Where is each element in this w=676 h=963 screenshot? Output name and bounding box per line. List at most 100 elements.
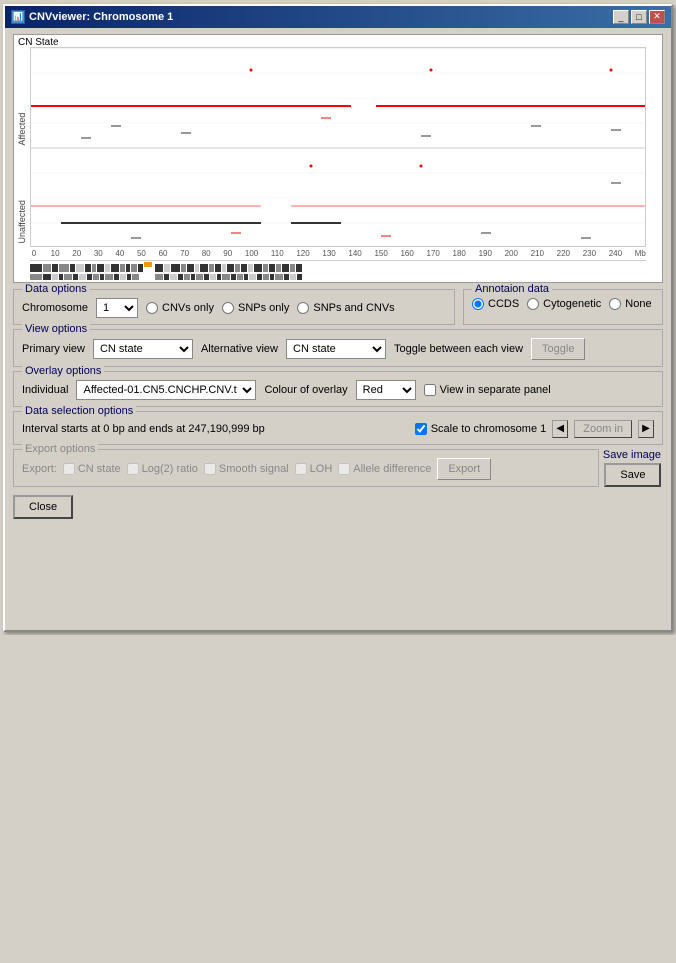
x-label-180: 180 — [453, 249, 466, 258]
view-options-label: View options — [22, 323, 90, 335]
primary-view-select[interactable]: CN state Log(2) ratio Smooth signal LOH … — [93, 339, 193, 359]
ccds-radio-group: CCDS — [472, 298, 519, 310]
scale-checkbox[interactable] — [415, 423, 427, 435]
cn-state-export-label: CN state — [78, 463, 121, 475]
alternative-view-label: Alternative view — [201, 343, 278, 355]
toggle-between-label: Toggle between each view — [394, 343, 523, 355]
x-label-90: 90 — [223, 249, 232, 258]
window-title: CNVviewer: Chromosome 1 — [29, 11, 173, 23]
cnvs-only-label: CNVs only — [162, 302, 214, 314]
cn-state-export-checkbox[interactable] — [63, 463, 75, 475]
x-label-230: 230 — [583, 249, 596, 258]
export-button[interactable]: Export — [437, 458, 491, 480]
smooth-export-checkbox[interactable] — [204, 463, 216, 475]
x-label-110: 110 — [271, 249, 284, 258]
x-label-160: 160 — [400, 249, 413, 258]
allele-export-item: Allele difference — [338, 463, 431, 475]
x-label-170: 170 — [427, 249, 440, 258]
x-label-210: 210 — [531, 249, 544, 258]
snps-cnvs-radio-group: SNPs and CNVs — [297, 302, 394, 314]
title-bar: 📊 CNVviewer: Chromosome 1 _ □ ✕ — [5, 6, 671, 28]
x-label-100: 100 — [245, 249, 258, 258]
x-label-60: 60 — [159, 249, 168, 258]
x-label-70: 70 — [180, 249, 189, 258]
view-separate-panel-label: View in separate panel — [440, 384, 551, 396]
export-options-label: Export options — [22, 443, 98, 455]
log2-export-label: Log(2) ratio — [142, 463, 198, 475]
primary-view-label: Primary view — [22, 343, 85, 355]
snps-cnvs-label: SNPs and CNVs — [313, 302, 394, 314]
toggle-button[interactable]: Toggle — [531, 338, 585, 360]
maximize-button[interactable]: □ — [631, 10, 647, 24]
loh-export-label: LOH — [310, 463, 333, 475]
close-button[interactable]: Close — [13, 495, 73, 519]
chromosome-select[interactable]: 123 — [96, 298, 138, 318]
chart-title: CN State — [18, 37, 59, 48]
individual-label: Individual — [22, 384, 68, 396]
x-label-190: 190 — [479, 249, 492, 258]
smooth-export-item: Smooth signal — [204, 463, 289, 475]
x-label-80: 80 — [202, 249, 211, 258]
view-separate-panel-checkbox[interactable] — [424, 384, 436, 396]
cnvs-only-radio[interactable] — [146, 302, 158, 314]
save-button[interactable]: Save — [604, 463, 661, 487]
title-bar-buttons: _ □ ✕ — [613, 10, 665, 24]
right-spacer — [646, 47, 662, 282]
x-label-0: 0 — [30, 249, 38, 258]
export-label: Export: — [22, 463, 57, 475]
snps-only-radio-group: SNPs only — [222, 302, 289, 314]
x-label-240: 240 — [609, 249, 622, 258]
footer: Close — [13, 495, 663, 519]
snps-only-radio[interactable] — [222, 302, 234, 314]
log2-export-item: Log(2) ratio — [127, 463, 198, 475]
save-image-container: Save image Save — [603, 449, 663, 487]
x-label-200: 200 — [505, 249, 518, 258]
x-label-mb: Mb — [635, 249, 646, 258]
ccds-label: CCDS — [488, 298, 519, 310]
overlay-options-section: Overlay options Individual Affected-01.C… — [13, 371, 663, 407]
chart-svg: 4 3 2 1 0 4 3 2 1 0 — [30, 47, 646, 247]
cytogenetic-radio[interactable] — [527, 298, 539, 310]
data-selection-label: Data selection options — [22, 405, 136, 417]
loh-export-checkbox[interactable] — [295, 463, 307, 475]
scale-checkbox-group: Scale to chromosome 1 — [415, 423, 547, 435]
allele-export-checkbox[interactable] — [338, 463, 350, 475]
cn-state-export-item: CN state — [63, 463, 121, 475]
prev-button[interactable]: ◀ — [552, 420, 568, 438]
zoom-in-button[interactable]: Zoom in — [574, 420, 632, 438]
annotation-data-label: Annotaion data — [472, 283, 552, 295]
export-options-section: Export options Export: CN state Log(2) r… — [13, 449, 599, 487]
window-close-button[interactable]: ✕ — [649, 10, 665, 24]
x-label-50: 50 — [137, 249, 146, 258]
individual-select[interactable]: Affected-01.CN5.CNCHP.CNV.txt — [76, 380, 256, 400]
overlay-options-label: Overlay options — [22, 365, 104, 377]
app-icon: 📊 — [11, 10, 25, 24]
snps-only-label: SNPs only — [238, 302, 289, 314]
snps-cnvs-radio[interactable] — [297, 302, 309, 314]
colour-label: Colour of overlay — [264, 384, 347, 396]
x-label-20: 20 — [72, 249, 81, 258]
smooth-export-label: Smooth signal — [219, 463, 289, 475]
annotation-data-section: Annotaion data CCDS Cytogenetic None — [463, 289, 663, 325]
affected-label: Affected — [17, 47, 27, 146]
colour-select[interactable]: Red Blue Green Black — [356, 380, 416, 400]
next-button[interactable]: ▶ — [638, 420, 654, 438]
none-radio[interactable] — [609, 298, 621, 310]
chromosome-label: Chromosome — [22, 302, 88, 314]
ccds-radio[interactable] — [472, 298, 484, 310]
x-label-40: 40 — [115, 249, 124, 258]
main-content: CN State Affected Unaffected — [5, 28, 671, 525]
alternative-view-select[interactable]: CN state Log(2) ratio Smooth signal LOH … — [286, 339, 386, 359]
cytogenetic-label: Cytogenetic — [543, 298, 601, 310]
allele-export-label: Allele difference — [353, 463, 431, 475]
scale-label: Scale to chromosome 1 — [431, 423, 547, 435]
minimize-button[interactable]: _ — [613, 10, 629, 24]
log2-export-checkbox[interactable] — [127, 463, 139, 475]
x-axis: 0 10 20 30 40 50 60 70 80 90 100 110 120… — [30, 247, 646, 260]
x-label-130: 130 — [322, 249, 335, 258]
chart-section: CN State Affected Unaffected — [13, 34, 663, 283]
cnvs-only-radio-group: CNVs only — [146, 302, 214, 314]
x-label-220: 220 — [557, 249, 570, 258]
data-options-section: Data options Chromosome 123 CNVs only SN — [13, 289, 455, 325]
interval-text: Interval starts at 0 bp and ends at 247,… — [22, 423, 265, 435]
